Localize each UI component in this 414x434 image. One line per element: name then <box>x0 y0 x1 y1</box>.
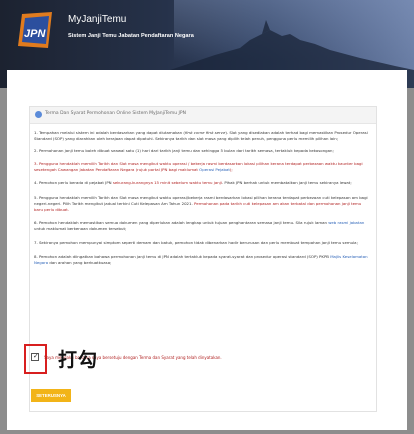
term-text: 1. Tempahan melalui sistem ini adalah be… <box>34 130 185 135</box>
terms-panel-header: Terma Dan Syarat Permohonan Online Siste… <box>30 107 376 124</box>
term-text: 8. Pemohon adalah diingatkan bahawa perm… <box>34 253 331 259</box>
checkmark-icon: ✓ <box>33 352 39 360</box>
term-link[interactable]: Operasi Pejabat <box>199 167 230 172</box>
term-text: sekurang-kurangnya 15 minit sebelum wakt… <box>112 179 222 185</box>
agree-checkbox[interactable]: ✓ <box>31 352 39 361</box>
term-text: untuk maklumat berkenaan dokumen tersebu… <box>34 226 127 232</box>
app-title: MyJanjiTemu <box>68 14 127 25</box>
term-link[interactable]: web rasmi jabatan <box>328 220 364 225</box>
term-item: 2. Permohonan janji temu boleh dibuat se… <box>34 148 370 154</box>
terms-panel-title: Terma Dan Syarat Permohonan Online Siste… <box>45 111 186 116</box>
app-subtitle: Sistem Janji Temu Jabatan Pendaftaran Ne… <box>68 33 194 39</box>
term-item: 8. Pemohon adalah diingatkan bahawa perm… <box>34 254 370 266</box>
annotation-text: 打勾 <box>58 349 99 371</box>
jpn-logo: JPN <box>18 12 52 48</box>
term-text: ); <box>229 166 233 172</box>
term-text: first come first serve <box>184 130 226 135</box>
term-text: dan arahan yang berkuatkuasa; <box>48 259 112 265</box>
term-item: 3. Pengguna hendaklah memilih Tarikh dan… <box>34 161 370 173</box>
term-item: 6. Pemohon hendaklah memastikan semua do… <box>34 220 370 232</box>
term-item: 1. Tempahan melalui sistem ini adalah be… <box>34 130 370 142</box>
term-text: 6. Pemohon hendaklah memastikan semua do… <box>34 220 329 226</box>
term-text: 7. Sekiranya pemohon mempunyai simptom s… <box>34 239 358 245</box>
term-item: 4. Pemohon perlu berada di pejabat JPN s… <box>34 180 370 186</box>
term-text: . Pihak JPN berhak untuk membatalkan jan… <box>221 179 352 185</box>
term-text: 4. Pemohon perlu berada di pejabat JPN <box>34 179 113 185</box>
term-text: 2. Permohonan janji temu boleh dibuat se… <box>34 147 334 153</box>
svg-text:JPN: JPN <box>24 28 46 40</box>
term-item: 7. Sekiranya pemohon mempunyai simptom s… <box>34 240 370 246</box>
submit-button[interactable]: SETERUSNYA <box>31 389 71 402</box>
term-item: 5. Pengguna hendaklah memilih Tarikh dan… <box>34 195 370 213</box>
info-icon <box>35 111 42 118</box>
terms-list: 1. Tempahan melalui sistem ini adalah be… <box>34 130 370 266</box>
